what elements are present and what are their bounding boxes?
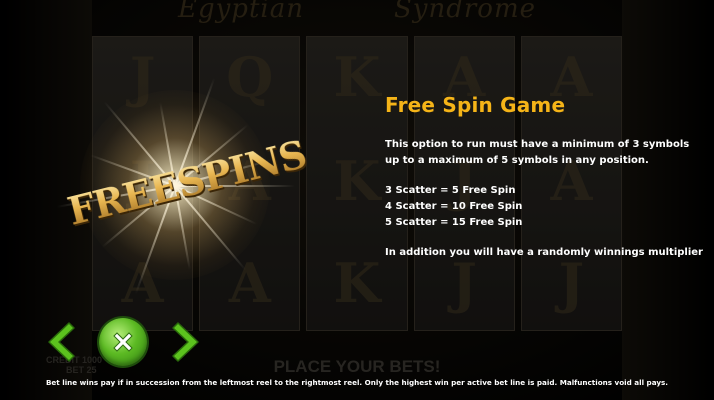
chevron-right-icon	[172, 322, 199, 362]
game-screen: EgyptianSyndrome JJAQAAKKKAJJAAJ CREDIT …	[0, 0, 714, 400]
freespins-burst: FREESPINS	[40, 70, 310, 300]
scatter-row: 5 Scatter = 15 Free Spin	[385, 217, 523, 228]
chevron-left-icon	[48, 322, 75, 362]
prev-page-button[interactable]	[43, 321, 77, 363]
info-note: In addition you will have a randomly win…	[385, 247, 703, 258]
scatter-row: 4 Scatter = 10 Free Spin	[385, 201, 523, 212]
close-x-icon	[113, 332, 133, 352]
scatter-row: 3 Scatter = 5 Free Spin	[385, 185, 516, 196]
close-button[interactable]	[99, 318, 147, 366]
scatter-list: 3 Scatter = 5 Free Spin 4 Scatter = 10 F…	[385, 183, 705, 231]
info-title: Free Spin Game	[385, 93, 566, 117]
disclaimer-text: Bet line wins pay if in succession from …	[45, 378, 669, 387]
info-description: This option to run must have a minimum o…	[385, 139, 690, 166]
info-panel: Free Spin Game This option to run must h…	[385, 93, 705, 261]
next-page-button[interactable]	[170, 321, 204, 363]
